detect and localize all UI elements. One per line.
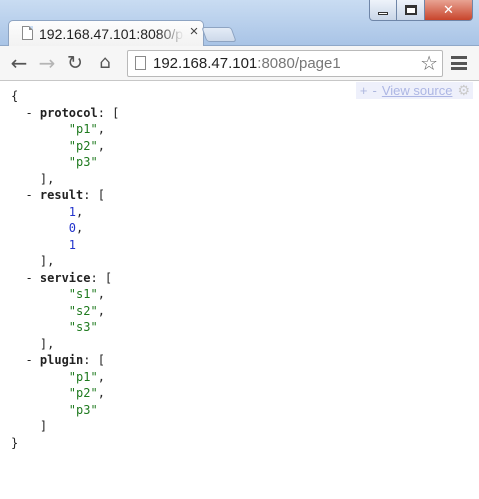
json-tree: { - protocol: [ "p1", "p2", "p3" ], - re… <box>11 88 119 451</box>
json-value-line: "p1", <box>11 121 119 138</box>
menu-bar-middle <box>451 61 467 65</box>
page-favicon-icon <box>22 26 33 40</box>
json-value-line: "s3" <box>11 319 119 336</box>
title-bar: 192.168.47.101:8080/page1 × ✕ <box>0 0 479 46</box>
json-open-brace: { <box>11 89 19 103</box>
url-text[interactable]: 192.168.47.101:8080/page1 <box>153 55 341 73</box>
json-key-line: - service: [ <box>11 270 119 287</box>
bookmark-star-icon[interactable]: ☆ <box>420 52 438 74</box>
home-icon: ⌂ <box>99 52 111 73</box>
json-string-value: "s2" <box>68 303 98 318</box>
tab-title: 192.168.47.101:8080/page1 <box>39 26 184 42</box>
json-string-value: "p1" <box>68 122 98 136</box>
json-value-line: 0, <box>11 220 119 237</box>
window-controls: ✕ <box>369 0 473 22</box>
json-key: plugin <box>39 353 84 367</box>
json-string-value: "p2" <box>68 386 98 400</box>
url-host: 192.168.47.101 <box>153 55 258 72</box>
reload-icon: ↻ <box>67 52 83 74</box>
minimize-icon <box>378 11 388 15</box>
forward-arrow-icon: → <box>38 51 56 75</box>
json-string-value: "p2" <box>68 138 98 153</box>
json-value-line: "p2", <box>11 385 119 402</box>
json-array-close-text: ], <box>39 171 55 186</box>
json-array-close: ] <box>11 418 119 435</box>
page-icon <box>135 56 146 70</box>
collapse-toggle[interactable]: - <box>25 188 39 202</box>
json-key: service <box>39 270 91 285</box>
maximize-button[interactable] <box>397 0 425 21</box>
json-array-close-text: ], <box>39 254 55 268</box>
json-string-value: "s3" <box>68 320 98 334</box>
collapse-all-button[interactable]: - <box>373 83 377 98</box>
json-value-line: "p3" <box>11 402 119 419</box>
url-port-path: :8080/page1 <box>257 55 341 72</box>
json-comma: , <box>97 287 105 301</box>
json-value-line: 1, <box>11 204 119 221</box>
json-array-close: ], <box>11 171 119 188</box>
view-source-link[interactable]: View source <box>382 83 453 98</box>
browser-tab[interactable]: 192.168.47.101:8080/page1 × <box>8 20 204 46</box>
json-close-brace: } <box>11 435 19 450</box>
address-bar[interactable]: 192.168.47.101:8080/page1 ☆ <box>127 50 443 77</box>
json-array-close-text: ] <box>39 419 48 433</box>
chrome-menu-button[interactable] <box>451 56 467 70</box>
json-string-value: "p3" <box>68 402 98 417</box>
new-tab-button[interactable] <box>201 27 237 42</box>
collapse-toggle[interactable]: - <box>25 271 39 285</box>
json-array-open: : [ <box>83 353 105 367</box>
json-comma: , <box>97 369 105 384</box>
json-viewer-toolbar: + - View source ⚙ <box>355 82 473 99</box>
json-value-line: "p1", <box>11 369 119 386</box>
json-array-close: ], <box>11 336 119 353</box>
json-string-value: "p1" <box>68 369 98 384</box>
json-key: result <box>39 188 84 202</box>
json-comma: , <box>97 138 105 153</box>
json-key-line: - protocol: [ <box>11 105 119 122</box>
json-value-line: "p2", <box>11 138 119 155</box>
json-string-value: "s1" <box>68 287 98 301</box>
json-comma: , <box>97 122 105 136</box>
json-value-line: 1 <box>11 237 119 254</box>
json-array-open: : [ <box>90 270 113 285</box>
json-number-value: 1 <box>68 237 77 252</box>
menu-bar-top <box>451 56 467 59</box>
json-array-close: ], <box>11 253 119 270</box>
json-string-value: "p3" <box>68 155 98 169</box>
close-window-button[interactable]: ✕ <box>425 0 473 21</box>
browser-toolbar: ← → ↻ ⌂ 192.168.47.101:8080/page1 ☆ <box>0 46 479 81</box>
json-comma: , <box>76 221 84 235</box>
json-key: protocol <box>39 105 98 120</box>
page-content: + - View source ⚙ { - protocol: [ "p1", … <box>0 82 479 499</box>
json-array-close-text: ], <box>39 336 55 351</box>
home-button[interactable]: ⌂ <box>94 52 116 74</box>
expand-all-button[interactable]: + <box>360 83 368 98</box>
close-icon: ✕ <box>443 2 454 18</box>
tab-close-icon[interactable]: × <box>187 23 201 40</box>
gear-icon[interactable]: ⚙ <box>457 82 470 99</box>
back-button[interactable]: ← <box>8 52 30 74</box>
minimize-button[interactable] <box>369 0 397 21</box>
json-number-value: 0 <box>68 221 77 235</box>
back-arrow-icon: ← <box>10 51 28 75</box>
forward-button[interactable]: → <box>36 52 58 74</box>
json-comma: , <box>97 303 105 318</box>
menu-bar-bottom <box>451 67 467 70</box>
json-comma: , <box>76 204 84 219</box>
json-key-line: - result: [ <box>11 187 119 204</box>
collapse-toggle[interactable]: - <box>25 106 39 120</box>
json-number-value: 1 <box>68 204 77 219</box>
reload-button[interactable]: ↻ <box>64 52 86 74</box>
json-value-line: "s2", <box>11 303 119 320</box>
json-value-line: "s1", <box>11 286 119 303</box>
maximize-icon <box>404 5 417 15</box>
json-key-line: - plugin: [ <box>11 352 119 369</box>
collapse-toggle[interactable]: - <box>25 353 39 367</box>
json-comma: , <box>97 386 105 400</box>
json-array-open: : [ <box>97 105 120 120</box>
json-value-line: "p3" <box>11 154 119 171</box>
json-array-open: : [ <box>83 188 105 202</box>
